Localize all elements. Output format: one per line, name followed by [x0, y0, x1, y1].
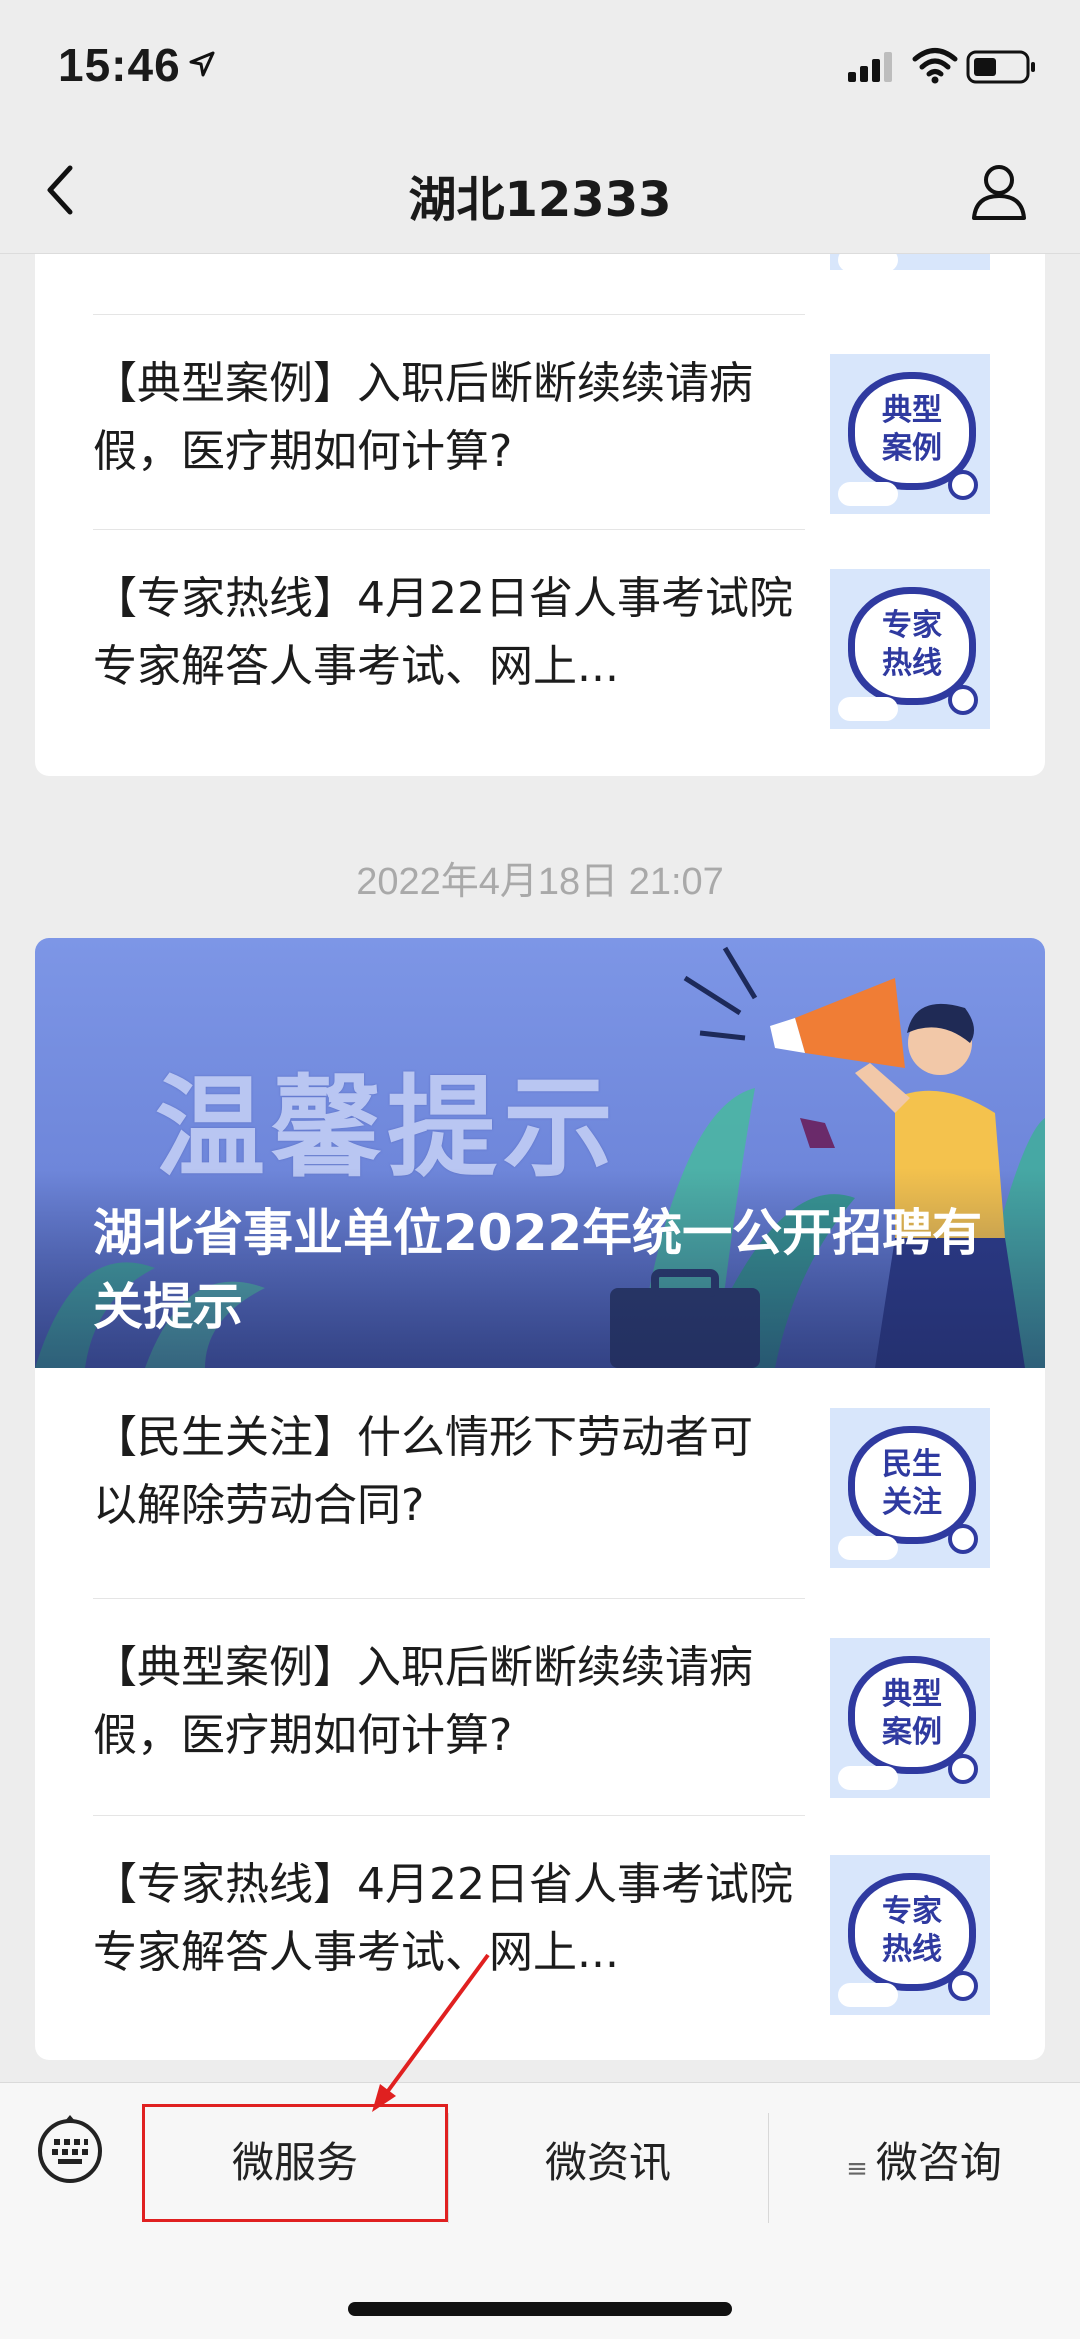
home-indicator[interactable] — [348, 2302, 732, 2316]
annotation-arrow — [372, 1953, 490, 2112]
